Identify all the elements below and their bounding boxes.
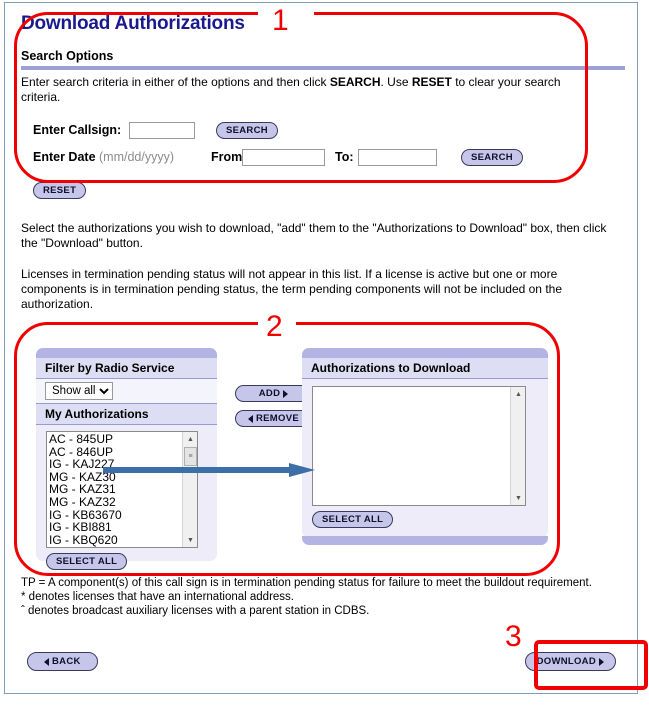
- download-button-label: DOWNLOAD: [536, 656, 596, 667]
- intro-reset-keyword: RESET: [411, 75, 452, 89]
- right-select-all-row: SELECT ALL: [312, 511, 541, 528]
- page-title: Download Authorizations: [21, 13, 245, 34]
- authorizations-to-download-listbox[interactable]: ▲ ▼: [312, 386, 526, 506]
- radio-service-select[interactable]: Show all: [45, 382, 113, 400]
- my-authorizations-panel: Filter by Radio Service Show all My Auth…: [36, 348, 217, 570]
- add-button[interactable]: ADD: [235, 385, 312, 402]
- remove-button-label: REMOVE: [256, 413, 299, 424]
- date-to-input[interactable]: [358, 148, 437, 166]
- scroll-up-icon[interactable]: ▲: [183, 432, 197, 446]
- download-scroll-up-icon[interactable]: ▲: [511, 387, 525, 401]
- date-from-input[interactable]: [242, 148, 325, 166]
- date-label: Enter Date (mm/dd/yyyy): [33, 150, 211, 164]
- right-panel-top-bar: [302, 348, 548, 358]
- footer-buttons: BACK DOWNLOAD: [21, 652, 629, 676]
- list-item[interactable]: MG - KAZ32: [49, 496, 197, 509]
- reset-button[interactable]: RESET: [33, 182, 87, 199]
- to-label: To:: [335, 150, 354, 164]
- select-all-my-authorizations-button[interactable]: SELECT ALL: [46, 553, 128, 570]
- list-item[interactable]: IG - KAJ227: [49, 458, 197, 471]
- select-all-downloads-button[interactable]: SELECT ALL: [312, 511, 394, 528]
- from-label: From:: [211, 150, 247, 164]
- instructions-line-2: Licenses in termination pending status w…: [21, 267, 562, 311]
- search-options-heading: Search Options: [21, 49, 114, 63]
- download-button[interactable]: DOWNLOAD: [524, 652, 616, 671]
- search-intro-text: Enter search criteria in either of the o…: [21, 75, 581, 105]
- download-list-scrollbar[interactable]: ▲ ▼: [510, 387, 525, 505]
- authorizations-to-download-items[interactable]: [313, 387, 525, 388]
- my-authorizations-heading: My Authorizations: [36, 404, 217, 425]
- left-select-all-row: SELECT ALL: [46, 553, 210, 570]
- reset-row: RESET: [33, 182, 629, 199]
- heading-divider: [21, 66, 625, 70]
- search-date-button[interactable]: SEARCH: [461, 148, 523, 166]
- left-panel-body: Filter by Radio Service Show all My Auth…: [36, 358, 217, 578]
- add-button-label: ADD: [258, 388, 281, 399]
- authorizations-to-download-panel: Authorizations to Download ▲ ▼ SELECT AL…: [302, 348, 548, 545]
- back-button[interactable]: BACK: [27, 652, 98, 671]
- date-row: Enter Date (mm/dd/yyyy) From: To: SEARCH: [33, 146, 629, 168]
- list-item[interactable]: IG - KBI881: [49, 521, 197, 534]
- search-callsign-button[interactable]: SEARCH: [216, 121, 278, 139]
- intro-text-part2: . Use: [380, 75, 412, 89]
- transfer-panels: Filter by Radio Service Show all My Auth…: [21, 348, 629, 570]
- back-chevron-icon: [44, 657, 49, 666]
- list-item[interactable]: AC - 845UP: [49, 433, 197, 446]
- download-chevron-icon: [599, 657, 604, 666]
- date-label-text: Enter Date: [33, 150, 96, 164]
- chevron-left-icon: [248, 414, 253, 423]
- authorizations-to-download-heading: Authorizations to Download: [302, 358, 548, 379]
- callsign-row: Enter Callsign: SEARCH: [33, 119, 629, 141]
- filter-by-radio-service-heading: Filter by Radio Service: [36, 358, 217, 379]
- download-scroll-down-icon[interactable]: ▼: [511, 491, 525, 505]
- legend-line-1: TP = A component(s) of this call sign is…: [21, 577, 592, 589]
- date-format-hint: (mm/dd/yyyy): [99, 150, 175, 164]
- chevron-right-icon: [283, 389, 289, 398]
- scrollbar-thumb[interactable]: ≡: [184, 447, 197, 466]
- radio-service-filter-row: Show all: [36, 379, 217, 404]
- intro-search-keyword: SEARCH: [329, 75, 381, 89]
- right-panel-bottom-bar: [302, 536, 548, 545]
- my-authorizations-items[interactable]: AC - 845UP AC - 846UP IG - KAJ227 MG - KAZ3…: [47, 432, 197, 547]
- callsign-label: Enter Callsign:: [33, 123, 122, 137]
- intro-text-part1: Enter search criteria in either of the o…: [21, 75, 330, 89]
- screenshot-root: Download Authorizations Search Options E…: [0, 0, 649, 705]
- transfer-buttons: ADD REMOVE: [235, 385, 312, 427]
- scroll-down-icon[interactable]: ▼: [183, 533, 197, 547]
- my-authorizations-listbox[interactable]: AC - 845UP AC - 846UP IG - KAJ227 MG - KAZ3…: [46, 431, 198, 548]
- legend-line-2: * denotes licenses that have an internat…: [21, 591, 294, 603]
- search-form: Enter Callsign: SEARCH Enter Date (mm/dd…: [33, 119, 629, 168]
- legend-notes: TP = A component(s) of this call sign is…: [21, 576, 629, 618]
- page-content: Download Authorizations Search Options E…: [21, 13, 629, 676]
- instructions-line-1: Select the authorizations you wish to do…: [21, 221, 607, 250]
- callsign-input[interactable]: [129, 121, 195, 139]
- back-button-label: BACK: [52, 656, 81, 667]
- left-panel-top-bar: [36, 348, 217, 358]
- legend-line-3: ˆ denotes broadcast auxiliary licenses w…: [21, 605, 370, 617]
- remove-button[interactable]: REMOVE: [235, 410, 312, 427]
- my-authorizations-scrollbar[interactable]: ▲ ≡ ▼: [182, 432, 197, 547]
- right-panel-body: Authorizations to Download ▲ ▼ SELECT AL…: [302, 358, 548, 536]
- page-frame: Download Authorizations Search Options E…: [4, 2, 638, 694]
- list-item[interactable]: IG - KCE616: [49, 546, 197, 547]
